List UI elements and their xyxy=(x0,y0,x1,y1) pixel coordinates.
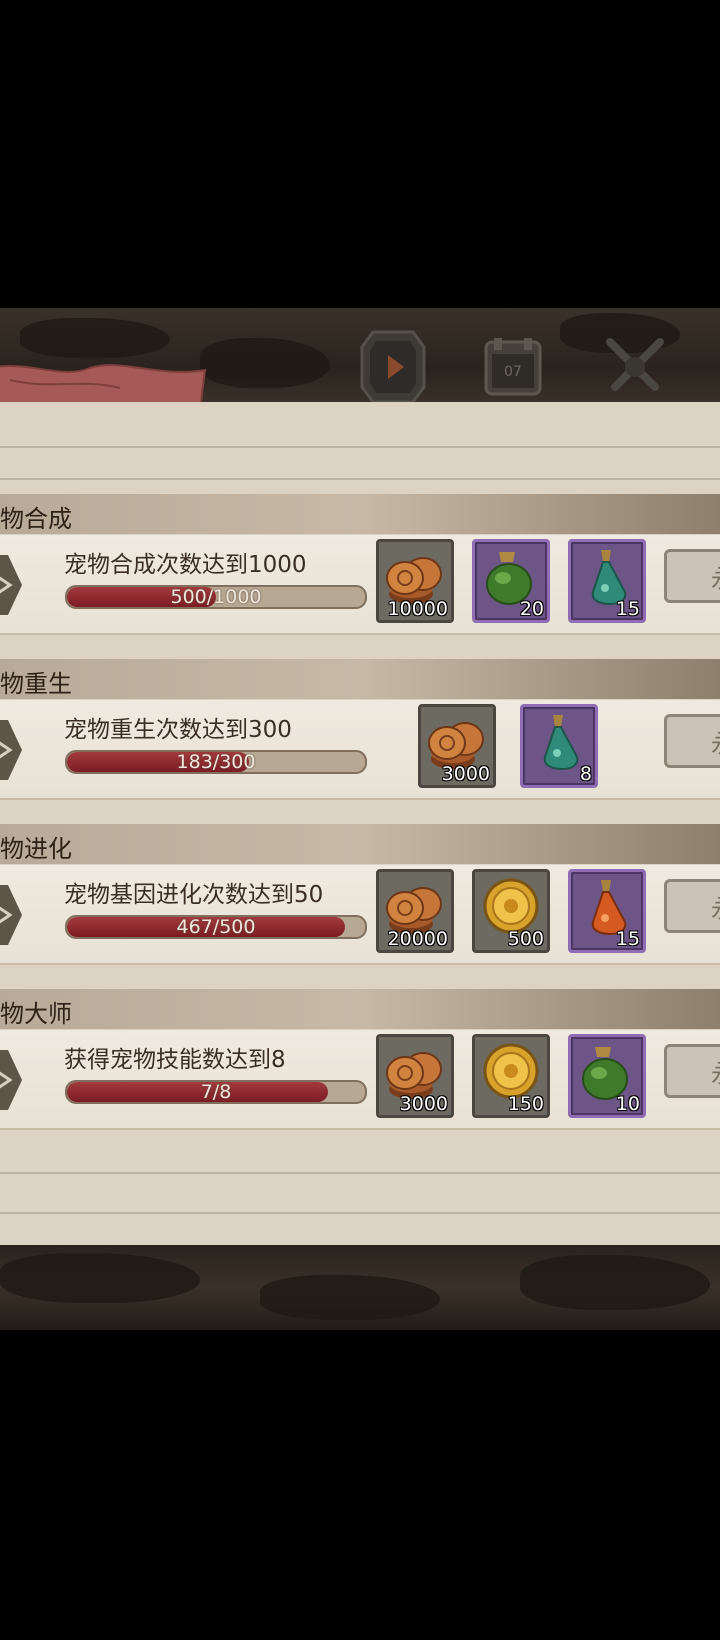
claim-button[interactable]: 永 xyxy=(664,549,720,603)
reward-count: 500 xyxy=(507,928,544,950)
reward-count: 150 xyxy=(507,1093,544,1115)
reward-item[interactable]: 20000 xyxy=(376,869,454,953)
reward-item[interactable]: 20 xyxy=(472,539,550,623)
section-header: 物合成 xyxy=(0,494,720,534)
progress-bar: 467/500 xyxy=(65,915,367,939)
crossed-swords-icon[interactable] xyxy=(600,332,670,402)
section-header: 物进化 xyxy=(0,824,720,864)
reward-count: 15 xyxy=(615,928,640,950)
quest-description: 宠物合成次数达到1000 xyxy=(64,552,307,578)
panel-divider xyxy=(0,1172,720,1174)
progress-text: 500/1000 xyxy=(170,586,262,608)
progress-bar: 7/8 xyxy=(65,1080,367,1104)
reward-count: 3000 xyxy=(399,1093,448,1115)
claim-button[interactable]: 永 xyxy=(664,879,720,933)
reward-item[interactable]: 8 xyxy=(520,704,598,788)
section-title: 物大师 xyxy=(0,1000,72,1028)
reward-item[interactable]: 10 xyxy=(568,1034,646,1118)
section-title: 物重生 xyxy=(0,670,72,698)
arrow-badge-icon xyxy=(0,555,22,615)
reward-count: 10 xyxy=(615,1093,640,1115)
calendar-icon[interactable]: 07 xyxy=(478,332,548,402)
section-header: 物重生 xyxy=(0,659,720,699)
reward-count: 20000 xyxy=(387,928,448,950)
progress-text: 467/500 xyxy=(176,916,256,938)
quest-description: 获得宠物技能数达到8 xyxy=(64,1047,286,1073)
panel-divider xyxy=(0,1212,720,1214)
quest-card: 宠物合成次数达到1000 500/1000 10000 20 15 xyxy=(0,535,720,635)
game-area: 07 物合成 宠物合成次数达到1000 500/1000 10000 20 15… xyxy=(0,308,720,1330)
quest-card: 宠物重生次数达到300 183/300 3000 8 xyxy=(0,700,720,800)
claim-button[interactable]: 永 xyxy=(664,714,720,768)
reward-item[interactable]: 15 xyxy=(568,869,646,953)
quest-card: 宠物基因进化次数达到50 467/500 20000 500 15 xyxy=(0,865,720,965)
reward-item[interactable]: 150 xyxy=(472,1034,550,1118)
progress-text: 183/300 xyxy=(176,751,256,773)
reward-item[interactable]: 3000 xyxy=(418,704,496,788)
section-title: 物进化 xyxy=(0,835,72,863)
reward-count: 20 xyxy=(519,598,544,620)
quest-description: 宠物重生次数达到300 xyxy=(64,717,292,743)
reward-count: 3000 xyxy=(441,763,490,785)
section-header: 物大师 xyxy=(0,989,720,1029)
arrow-badge-icon xyxy=(0,1050,22,1110)
section-title: 物合成 xyxy=(0,505,72,533)
quest-description: 宠物基因进化次数达到50 xyxy=(64,882,324,908)
reward-item[interactable]: 500 xyxy=(472,869,550,953)
reward-count: 15 xyxy=(615,598,640,620)
play-shield-icon[interactable] xyxy=(358,330,428,404)
reward-item[interactable]: 15 xyxy=(568,539,646,623)
reward-item[interactable]: 3000 xyxy=(376,1034,454,1118)
panel-divider xyxy=(0,478,720,480)
reward-item[interactable]: 10000 xyxy=(376,539,454,623)
panel-divider xyxy=(0,446,720,448)
claim-button[interactable]: 永 xyxy=(664,1044,720,1098)
progress-text: 7/8 xyxy=(200,1081,232,1103)
rock-background-bottom xyxy=(0,1245,720,1330)
achievement-panel: 物合成 宠物合成次数达到1000 500/1000 10000 20 15 物重… xyxy=(0,402,720,1245)
arrow-badge-icon xyxy=(0,720,22,780)
progress-bar: 500/1000 xyxy=(65,585,367,609)
calendar-day: 07 xyxy=(504,364,522,380)
quest-card: 获得宠物技能数达到8 7/8 3000 150 10 xyxy=(0,1030,720,1130)
arrow-badge-icon xyxy=(0,885,22,945)
progress-bar: 183/300 xyxy=(65,750,367,774)
reward-count: 10000 xyxy=(387,598,448,620)
reward-count: 8 xyxy=(579,763,592,785)
